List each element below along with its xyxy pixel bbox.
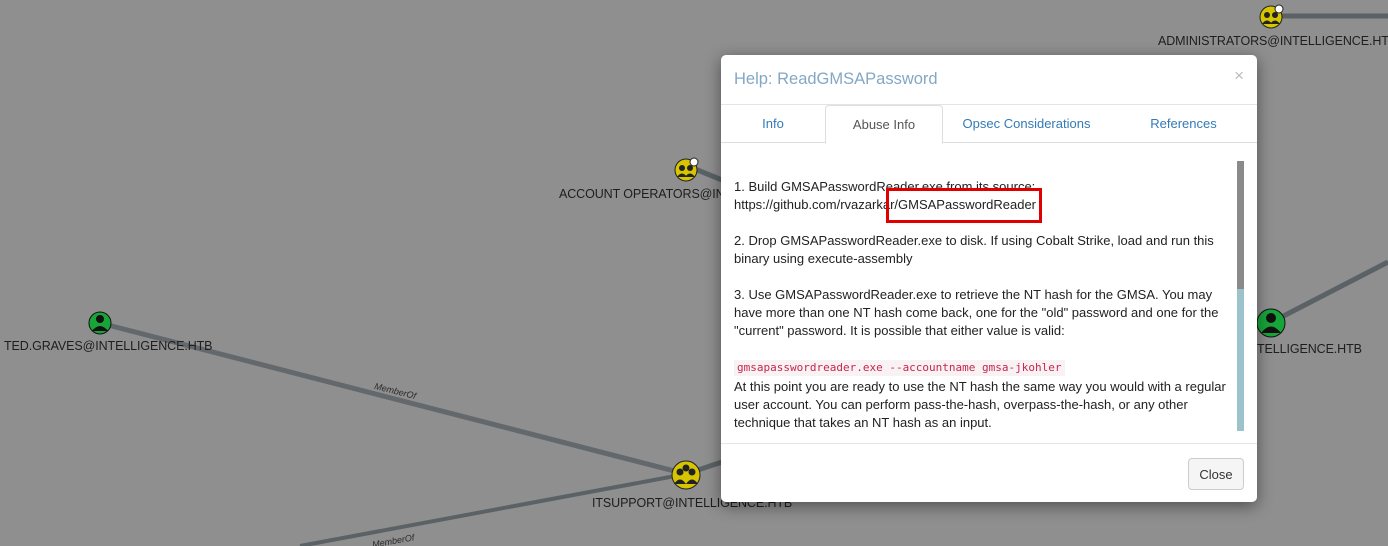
modal-title: Help: ReadGMSAPassword [734, 70, 938, 88]
scrollbar-track-fill [1237, 289, 1244, 431]
tab-bar: Info Abuse Info Opsec Considerations Ref… [721, 105, 1257, 144]
node-label-ted-graves[interactable]: TED.GRAVES@INTELLIGENCE.HTB [4, 339, 213, 353]
tab-opsec-considerations[interactable]: Opsec Considerations [943, 105, 1110, 143]
node-itsupport-icon[interactable] [671, 460, 701, 490]
edge-bottom-memberof [299, 472, 687, 546]
tab-references[interactable]: References [1110, 105, 1257, 143]
node-ted-graves-icon[interactable] [88, 311, 112, 335]
node-account-operators-icon[interactable] [674, 157, 699, 182]
close-button[interactable]: Close [1188, 458, 1244, 490]
modal-body[interactable]: 1. Build GMSAPasswordReader.exe from its… [721, 143, 1257, 444]
help-modal: Help: ReadGMSAPassword × Info Abuse Info… [721, 55, 1257, 502]
node-label-right-user[interactable]: TELLIGENCE.HTB [1257, 342, 1362, 356]
close-icon[interactable]: × [1234, 67, 1244, 84]
red-highlight-annotation [886, 188, 1042, 223]
node-label-account-operators[interactable]: ACCOUNT OPERATORS@INTE [559, 187, 740, 201]
step-3: 3. Use GMSAPasswordReader.exe to retriev… [734, 287, 1219, 338]
scrollbar-thumb[interactable] [1237, 161, 1244, 289]
edge-account-operators [694, 166, 723, 183]
tab-abuse-info[interactable]: Abuse Info [825, 105, 943, 144]
after-command-text: At this point you are ready to use the N… [734, 379, 1226, 430]
command-block: gmsapasswordreader.exe --accountname gms… [734, 358, 1240, 432]
scrollbar[interactable] [1237, 161, 1244, 431]
modal-header: Help: ReadGMSAPassword × [721, 55, 1257, 105]
node-right-user-icon[interactable] [1256, 308, 1286, 338]
node-administrators-icon[interactable] [1259, 4, 1284, 29]
command-code: gmsapasswordreader.exe --accountname gms… [734, 360, 1065, 376]
step-2: 2. Drop GMSAPasswordReader.exe to disk. … [734, 233, 1214, 266]
tab-info[interactable]: Info [721, 105, 825, 143]
edge-right-node [1268, 259, 1388, 326]
node-label-administrators[interactable]: ADMINISTRATORS@INTELLIGENCE.HTB [1158, 34, 1388, 48]
